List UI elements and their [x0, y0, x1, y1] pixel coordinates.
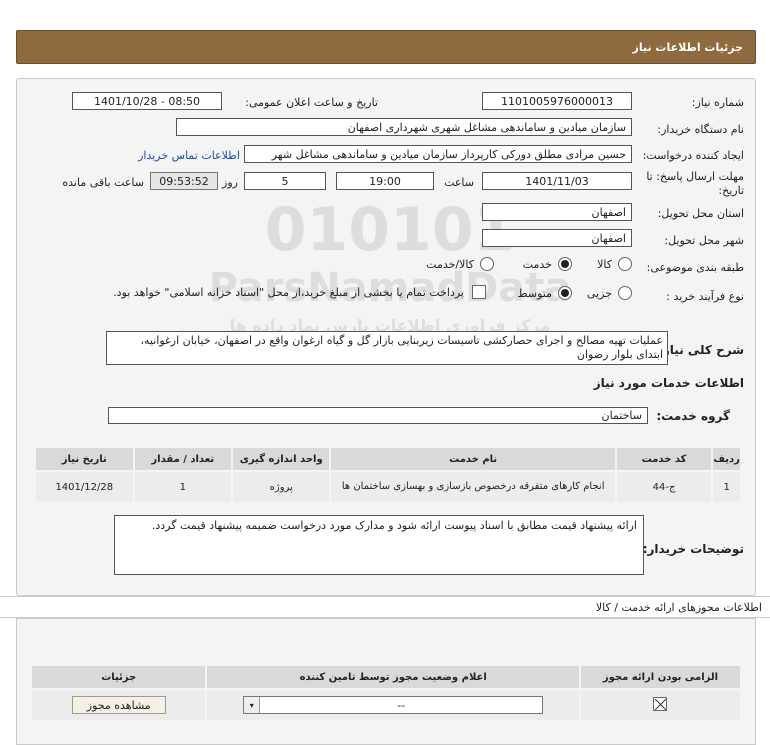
cell-quantity: 1 — [132, 470, 234, 504]
chevron-down-icon[interactable]: ▾ — [244, 697, 261, 713]
province-label: استان محل تحویل: — [657, 207, 744, 220]
service-group-label: گروه خدمت: — [656, 409, 730, 423]
table-row: 1 ج-44 انجام کارهای متفرقه درخصوص بازساز… — [34, 470, 742, 504]
description-label: شرح کلی نیاز: — [658, 343, 744, 357]
treasury-checkbox[interactable] — [472, 285, 486, 299]
city-field: اصفهان — [482, 229, 632, 247]
col-service-code: کد خدمت — [614, 446, 714, 472]
remaining-label: ساعت باقی مانده — [62, 176, 144, 189]
process-medium-radio[interactable] — [558, 286, 572, 300]
requester-field: حسین مرادی مطلق دورکی کارپرداز سازمان می… — [244, 145, 632, 163]
col-need-date: تاریخ نیاز — [34, 446, 135, 472]
process-minor-label: جزیی — [586, 286, 612, 300]
col-license-status: اعلام وضعیت مجوز توسط تامین کننده — [205, 664, 581, 690]
deadline-time-label: ساعت — [444, 176, 474, 189]
buyer-org-field: سازمان میادین و ساماندهی مشاغل شهری شهرد… — [176, 118, 632, 136]
category-label: طبقه بندی موضوعی: — [646, 261, 744, 274]
page-title: جزئیات اطلاعات نیاز — [632, 40, 744, 54]
service-group-field: ساختمان — [108, 407, 648, 424]
category-service-radio[interactable] — [558, 257, 572, 271]
process-medium-label: متوسط — [517, 286, 552, 300]
services-table-header: ردیف کد خدمت نام خدمت واحد اندازه گیری ت… — [34, 446, 742, 472]
requester-label: ایجاد کننده درخواست: — [642, 149, 744, 162]
province-field: اصفهان — [482, 203, 632, 221]
process-option-minor[interactable]: جزیی — [587, 286, 632, 300]
col-quantity: تعداد / مقدار — [132, 446, 234, 472]
process-minor-radio[interactable] — [618, 286, 632, 300]
deadline-date-field: 1401/11/03 — [482, 172, 632, 190]
col-license-required: الزامی بودن ارائه مجوز — [578, 664, 743, 690]
buyer-notes-label: توضیحات خریدار: — [642, 542, 744, 556]
category-both-label: کالا/خدمت — [426, 257, 474, 271]
need-number-field: 1101005976000013 — [482, 92, 632, 110]
services-table: ردیف کد خدمت نام خدمت واحد اندازه گیری ت… — [34, 446, 742, 504]
process-option-medium[interactable]: متوسط — [517, 286, 572, 300]
col-row: ردیف — [711, 446, 742, 472]
licenses-section-header: اطلاعات مجوزهای ارائه خدمت / کالا — [0, 596, 770, 618]
buyer-org-label: نام دستگاه خریدار: — [657, 123, 744, 136]
deadline-label: مهلت ارسال پاسخ: تا تاریخ: — [646, 170, 744, 197]
buyer-notes-field: ارائه پیشنهاد قیمت مطابق با اسناد پیوست … — [114, 515, 644, 575]
category-service-label: خدمت — [522, 257, 552, 271]
required-checkbox-icon — [653, 696, 668, 711]
page-header: جزئیات اطلاعات نیاز — [16, 30, 756, 64]
services-section-title: اطلاعات خدمات مورد نیاز — [593, 376, 744, 390]
cell-row: 1 — [711, 470, 742, 504]
col-unit: واحد اندازه گیری — [230, 446, 332, 472]
need-number-label: شماره نیاز: — [691, 96, 744, 109]
cell-unit: پروژه — [230, 470, 332, 504]
category-goods-label: کالا — [597, 257, 612, 271]
city-label: شهر محل تحویل: — [664, 234, 744, 247]
days-field: 5 — [244, 172, 326, 190]
license-status-select[interactable]: -- ▾ — [243, 696, 544, 714]
deadline-time-field: 19:00 — [336, 172, 434, 190]
licenses-table-header: الزامی بودن ارائه مجوز اعلام وضعیت مجوز … — [29, 664, 743, 690]
cell-license-status: -- ▾ — [205, 688, 581, 722]
announce-label: تاریخ و ساعت اعلان عمومی: — [245, 96, 378, 109]
category-option-service[interactable]: خدمت — [523, 257, 572, 271]
treasury-payment-option[interactable]: پرداخت تمام یا بخشی از مبلغ خرید،از محل … — [113, 285, 486, 299]
remaining-time-field: 09:53:52 — [150, 172, 218, 190]
treasury-note: پرداخت تمام یا بخشی از مبلغ خرید،از محل … — [113, 285, 464, 299]
process-label: نوع فرآیند خرید : — [666, 290, 744, 303]
cell-service-code: ج-44 — [614, 470, 714, 504]
table-row: -- ▾ مشاهده مجوز — [29, 688, 743, 722]
cell-service-name: انجام کارهای متفرقه درخصوص بازسازی و بهس… — [329, 470, 617, 504]
col-service-name: نام خدمت — [329, 446, 617, 472]
category-both-radio[interactable] — [480, 257, 494, 271]
view-license-button[interactable]: مشاهده مجوز — [71, 696, 166, 714]
cell-need-date: 1401/12/28 — [34, 470, 135, 504]
description-field: عملیات تهیه مصالح و اجرای حصارکشی تاسیسا… — [106, 331, 668, 365]
license-status-value: -- — [397, 698, 406, 712]
category-option-both[interactable]: کالا/خدمت — [426, 257, 494, 271]
category-goods-radio[interactable] — [618, 257, 632, 271]
announce-field: 1401/10/28 - 08:50 — [72, 92, 222, 110]
category-option-goods[interactable]: کالا — [597, 257, 632, 271]
cell-license-required — [578, 688, 743, 722]
licenses-section-title: اطلاعات مجوزهای ارائه خدمت / کالا — [595, 600, 762, 614]
cell-license-details: مشاهده مجوز — [29, 688, 208, 722]
col-license-details: جزئیات — [29, 664, 208, 690]
licenses-table: الزامی بودن ارائه مجوز اعلام وضعیت مجوز … — [29, 664, 743, 722]
buyer-contact-link[interactable]: اطلاعات تماس خریدار — [138, 149, 240, 162]
